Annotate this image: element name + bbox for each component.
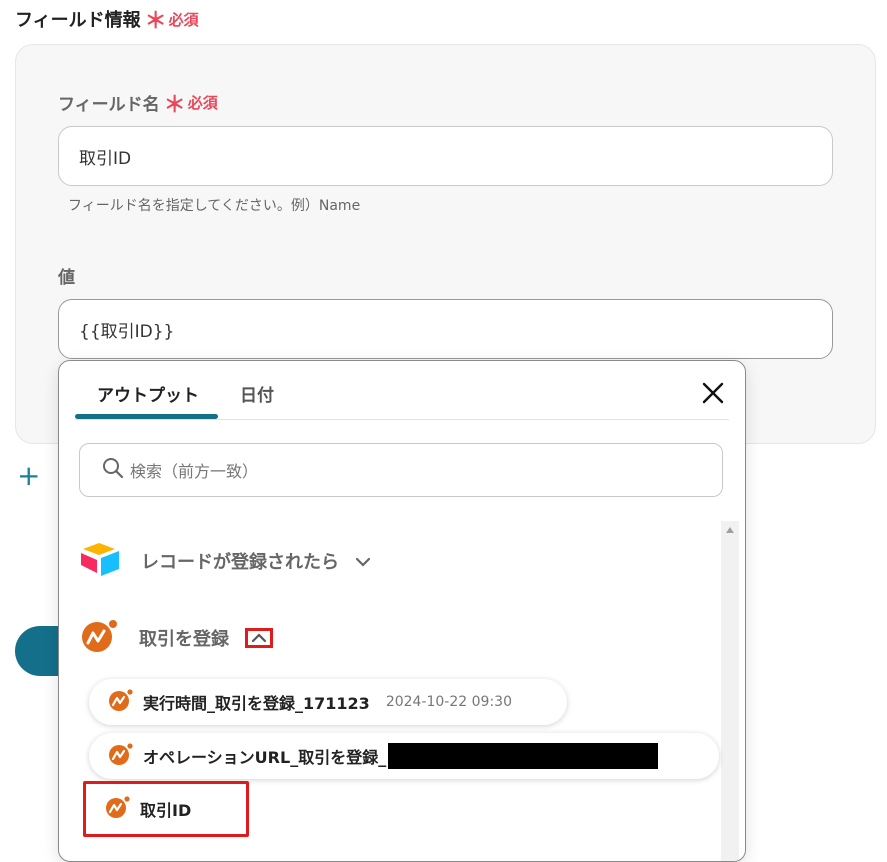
section-title: フィールド情報 ＊ 必須: [15, 6, 199, 34]
freee-icon: [109, 689, 133, 715]
output-item-meta: 2024-10-22 09:30: [385, 694, 512, 710]
chevron-up-icon[interactable]: [245, 628, 273, 648]
popup-tabs: アウトプット 日付: [75, 361, 729, 420]
chevron-down-icon[interactable]: [355, 552, 371, 571]
field-name-label: フィールド名 ＊ 必須: [58, 90, 218, 118]
value-label: 値: [58, 268, 75, 288]
scrollbar[interactable]: [721, 521, 739, 861]
output-item-label: オペレーションURL_取引を登録_: [143, 748, 387, 767]
freee-icon: [109, 743, 133, 769]
group-record-registered-label: レコードが登録されたら: [141, 552, 339, 573]
tab-output[interactable]: アウトプット: [97, 381, 199, 406]
required-text: 必須: [168, 10, 199, 29]
scroll-up-arrow-icon[interactable]: [726, 527, 734, 533]
search-placeholder: 検索（前方一致）: [130, 462, 259, 481]
required-marker: ＊ 必須: [141, 8, 199, 34]
redacted-block: [388, 743, 659, 769]
value-input-value: {{取引ID}}: [79, 321, 175, 342]
search-input[interactable]: 検索（前方一致）: [79, 443, 723, 497]
tab-date[interactable]: 日付: [240, 381, 274, 406]
output-item-execution-time[interactable]: 実行時間_取引を登録_171123 2024-10-22 09:30: [89, 679, 567, 725]
output-picker-popup: アウトプット 日付 検索（前方一致） レコードが登録されたら 取引を登録 実行時…: [58, 360, 746, 862]
required-star: ＊: [144, 9, 167, 34]
output-item-operation-url[interactable]: オペレーションURL_取引を登録_: [89, 733, 719, 779]
field-name-hint: フィールド名を指定してください。例）Name: [68, 198, 361, 214]
tab-active-indicator: [75, 414, 218, 419]
group-register-transaction[interactable]: 取引を登録: [79, 619, 273, 657]
field-name-required: ＊ 必須: [160, 92, 218, 118]
field-name-required-text: 必須: [187, 94, 218, 112]
field-name-required-star: ＊: [163, 92, 186, 118]
freee-icon: [81, 619, 119, 657]
output-item-transaction-id[interactable]: 取引ID: [83, 781, 249, 837]
field-name-input-value: 取引ID: [79, 148, 132, 169]
group-record-registered[interactable]: レコードが登録されたら: [79, 541, 371, 581]
close-icon[interactable]: [701, 381, 725, 405]
value-input[interactable]: {{取引ID}}: [58, 299, 833, 359]
output-item-label: 実行時間_取引を登録_171123: [143, 694, 370, 713]
freee-icon: [106, 796, 130, 822]
field-name-input[interactable]: 取引ID: [58, 126, 833, 186]
field-name-label-text: フィールド名: [58, 95, 160, 115]
tab-date-label: 日付: [240, 386, 274, 406]
tab-output-label: アウトプット: [97, 386, 199, 406]
group-register-transaction-label: 取引を登録: [139, 629, 229, 650]
section-title-text: フィールド情報: [15, 10, 141, 31]
output-item-label: 取引ID: [140, 801, 192, 820]
add-field-button[interactable]: +: [17, 462, 40, 490]
search-icon: [102, 457, 124, 483]
airtable-icon: [79, 541, 121, 581]
